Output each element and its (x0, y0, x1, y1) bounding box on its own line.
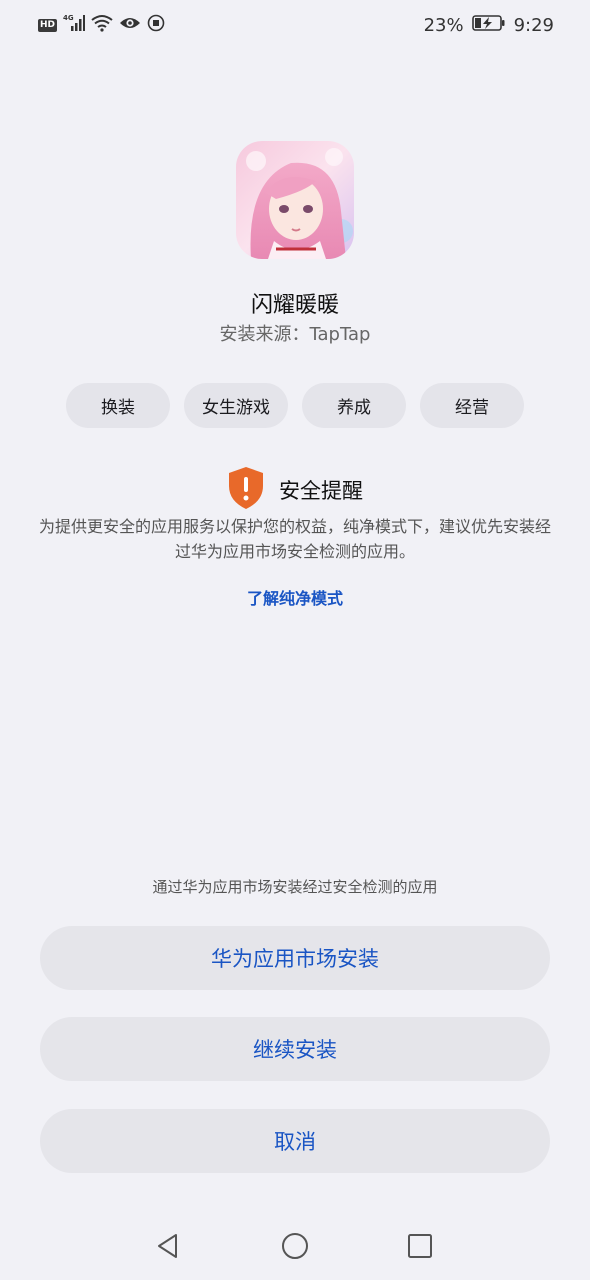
tag-chip: 经营 (420, 383, 524, 428)
app-icon (236, 141, 354, 259)
battery-charging-icon (471, 14, 506, 37)
install-source: 安装来源：TapTap (219, 324, 371, 345)
record-icon (147, 14, 165, 36)
learn-pure-mode-link[interactable]: 了解纯净模式 (0, 585, 590, 609)
shield-warning-icon (227, 466, 265, 514)
hd-badge: HD (38, 18, 58, 32)
continue-install-button[interactable]: 继续安装 (40, 1017, 550, 1081)
navigation-bar (0, 1220, 590, 1272)
bottom-hint: 通过华为应用市场安装经过安全检测的应用 (152, 878, 438, 896)
tag-chip: 养成 (302, 383, 406, 428)
home-icon[interactable] (281, 1232, 309, 1264)
security-header: 安全提醒 (0, 466, 590, 514)
svg-text:4G: 4G (63, 14, 74, 22)
clock: 9:29 (513, 14, 554, 36)
security-title: 安全提醒 (279, 479, 363, 503)
security-description: 为提供更安全的应用服务以保护您的权益，纯净模式下，建议优先安装经过华为应用市场安… (38, 517, 551, 561)
huawei-market-install-button[interactable]: 华为应用市场安装 (40, 926, 550, 990)
battery-percent: 23% (423, 14, 464, 36)
status-bar: HD 4G 23% 9:29 (0, 0, 590, 52)
tag-chip: 女生游戏 (184, 383, 288, 428)
tag-list: 换装 女生游戏 养成 经营 (66, 383, 524, 428)
eye-icon (119, 15, 141, 35)
status-bar-left: HD 4G (38, 14, 165, 36)
cancel-button[interactable]: 取消 (40, 1109, 550, 1173)
recent-apps-icon[interactable] (407, 1233, 433, 1263)
wifi-icon (91, 14, 113, 36)
signal-icon: 4G (63, 14, 86, 36)
status-bar-right: 23% 9:29 (424, 13, 554, 37)
tag-chip: 换装 (66, 383, 170, 428)
app-name: 闪耀暖暖 (250, 293, 339, 318)
back-icon[interactable] (154, 1232, 182, 1264)
